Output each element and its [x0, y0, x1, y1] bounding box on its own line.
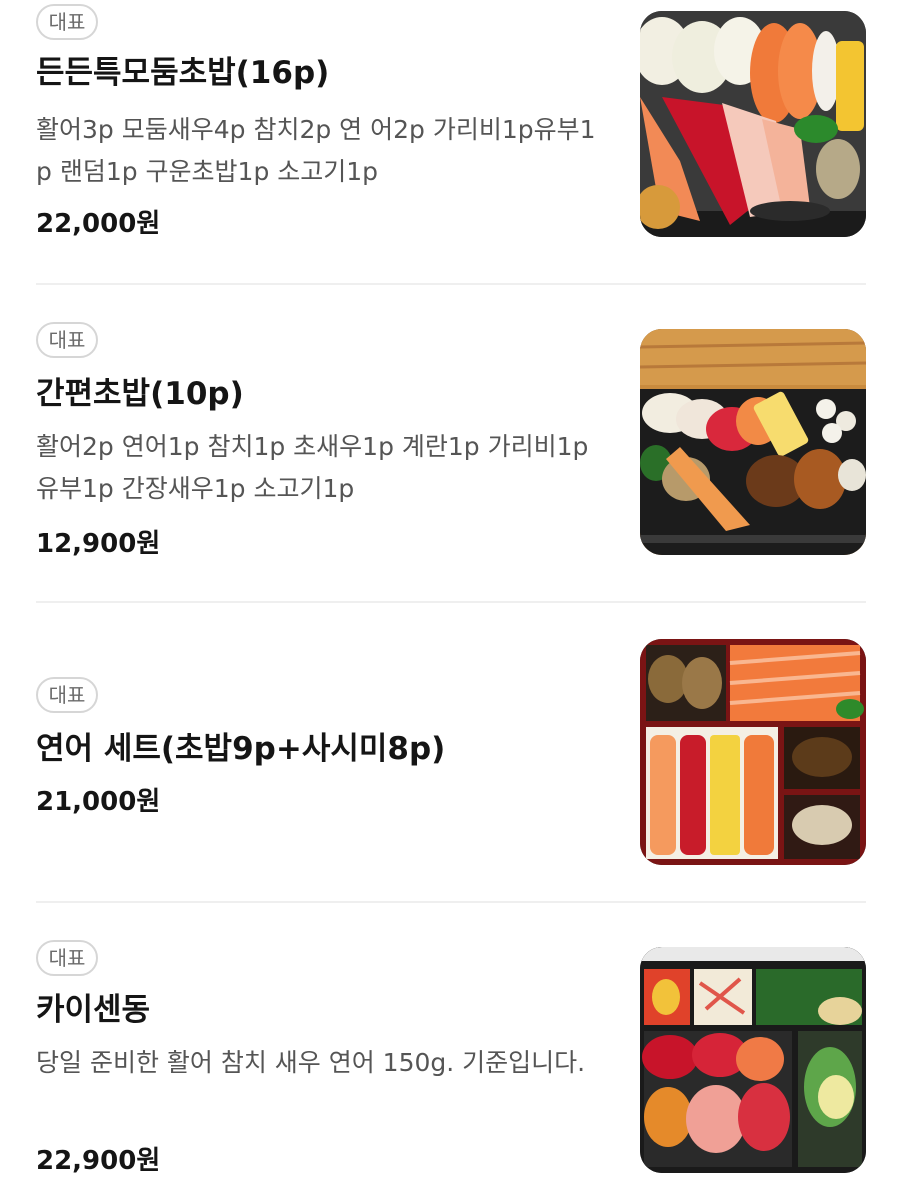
item-price: 22,000원 [36, 209, 161, 239]
item-name: 간편초밥(10p) [36, 376, 244, 412]
item-price: 22,900원 [36, 1146, 161, 1176]
menu-item-salmon-set[interactable]: 대표 연어 세트(초밥9p+사시미8p) 21,000원 [36, 602, 866, 902]
representative-badge: 대표 [36, 322, 98, 358]
simple-sushi-photo [640, 329, 866, 555]
item-price: 12,900원 [36, 529, 161, 559]
menu-item-simple-sushi[interactable]: 대표 간편초밥(10p) 활어2p 연어1p 참치1p 초새우1p 계란1p 가… [36, 284, 866, 602]
kaisendon-photo [640, 947, 866, 1173]
menu-list: 대표 든든특모둠초밥(16p) 활어3p 모둠새우4p 참치2p 연 어2p 가… [0, 0, 900, 1200]
item-description: 당일 준비한 활어 참치 새우 연어 150g. 기준입니다. [36, 1048, 586, 1077]
item-price: 21,000원 [36, 787, 161, 817]
representative-badge: 대표 [36, 677, 98, 713]
item-name: 연어 세트(초밥9p+사시미8p) [36, 731, 446, 767]
menu-item-kaisendon[interactable]: 대표 카이센동 당일 준비한 활어 참치 새우 연어 150g. 기준입니다. … [36, 902, 866, 1200]
menu-item-sushi-platter[interactable]: 대표 든든특모둠초밥(16p) 활어3p 모둠새우4p 참치2p 연 어2p 가… [36, 0, 866, 284]
representative-badge: 대표 [36, 4, 98, 40]
representative-badge: 대표 [36, 940, 98, 976]
item-name: 든든특모둠초밥(16p) [36, 55, 330, 91]
salmon-set-photo [640, 639, 866, 865]
item-description: 활어2p 연어1p 참치1p 초새우1p 계란1p 가리비1p유부1p 간장새우… [36, 432, 589, 503]
item-name: 카이센동 [36, 992, 151, 1028]
sushi-platter-photo [640, 11, 866, 237]
item-description: 활어3p 모둠새우4p 참치2p 연 어2p 가리비1p유부1p 랜덤1p 구운… [36, 115, 596, 186]
